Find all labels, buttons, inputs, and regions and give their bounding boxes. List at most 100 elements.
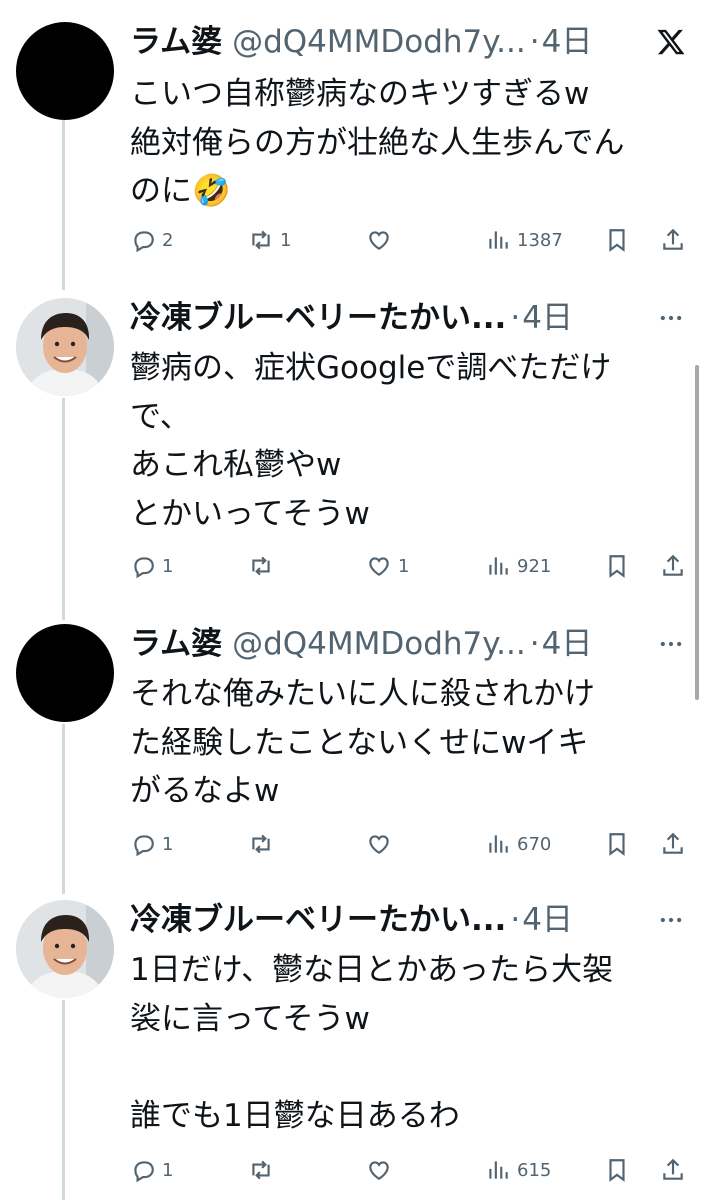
timestamp[interactable]: 4日 <box>542 622 593 666</box>
text-line: 絶対俺らの方が壮絶な人生歩んでん <box>130 124 625 161</box>
share-button[interactable] <box>660 220 686 260</box>
reply-count: 2 <box>162 229 174 251</box>
share-icon <box>663 554 683 576</box>
like-button[interactable] <box>366 824 398 864</box>
like-button[interactable] <box>366 1150 398 1190</box>
reply-button[interactable]: 1 <box>130 546 173 586</box>
timestamp[interactable]: 4日 <box>522 296 573 340</box>
text-line: で、 <box>130 398 191 435</box>
action-bar: 2 1 1387 <box>130 220 690 260</box>
repost-button[interactable]: 1 <box>248 220 291 260</box>
bookmark-icon <box>609 1159 625 1182</box>
text-line: 誰でも1日鬱な日あるわ <box>130 1097 460 1134</box>
tweet-text: それな俺みたいに人に殺されかけ た経験したことないくせにwイキ がるなよw <box>130 670 700 816</box>
x-logo-icon[interactable] <box>651 22 691 62</box>
bookmark-button[interactable] <box>604 824 630 864</box>
reply-icon <box>134 835 154 857</box>
display-name[interactable]: ラム婆 <box>130 20 222 64</box>
bookmark-icon <box>609 555 625 578</box>
avatar[interactable] <box>16 298 114 396</box>
like-count: 1 <box>398 555 410 577</box>
repost-button[interactable] <box>248 824 280 864</box>
views-button[interactable]: 1387 <box>485 220 563 260</box>
reply-count: 1 <box>162 1159 174 1181</box>
heart-icon <box>369 231 389 250</box>
tweet-text: こいつ自称鬱病なのキツすぎるw 絶対俺らの方が壮絶な人生歩んでん のに🤣 <box>130 70 700 216</box>
bookmark-icon <box>609 229 625 252</box>
avatar[interactable] <box>16 624 114 722</box>
user-handle[interactable]: @dQ4MMDodh7y... <box>232 622 526 666</box>
share-icon <box>663 228 683 250</box>
share-icon <box>663 1158 683 1180</box>
tweet-header: ラム婆 @dQ4MMDodh7y... · 4日 <box>130 20 690 64</box>
views-button[interactable]: 921 <box>485 546 551 586</box>
share-button[interactable] <box>660 824 686 864</box>
like-button[interactable]: 1 <box>366 546 409 586</box>
thread-line <box>62 120 65 290</box>
repost-icon <box>252 834 270 854</box>
tweet-header: 冷凍ブルーベリーたかい... · 4日 <box>130 898 690 942</box>
separator-dot: · <box>529 626 540 662</box>
reply-count: 1 <box>162 833 174 855</box>
repost-button[interactable] <box>248 1150 280 1190</box>
thread-line <box>62 398 65 620</box>
thread-line <box>62 1000 65 1200</box>
bookmark-icon <box>609 833 625 856</box>
thread-line <box>62 724 65 894</box>
tweet-text: 鬱病の、症状Googleで調べただけ で、 あこれ私鬱やw とかいってそうw <box>130 344 700 538</box>
separator-dot: · <box>510 902 521 938</box>
views-button[interactable]: 615 <box>485 1150 551 1190</box>
display-name[interactable]: ラム婆 <box>130 622 222 666</box>
views-icon <box>489 835 508 853</box>
like-button[interactable] <box>366 220 398 260</box>
view-count: 670 <box>517 833 552 855</box>
text-line: あこれ私鬱やw <box>130 447 342 483</box>
share-button[interactable] <box>660 546 686 586</box>
text-line: がるなよw <box>130 773 280 809</box>
repost-icon <box>252 556 270 576</box>
more-icon[interactable] <box>651 624 691 664</box>
reply-button[interactable]: 1 <box>130 824 173 864</box>
text-line: とかいってそうw <box>130 495 370 532</box>
text-line: こいつ自称鬱病なのキツすぎるw <box>130 76 590 112</box>
repost-icon <box>252 1160 270 1180</box>
views-button[interactable]: 670 <box>485 824 551 864</box>
reply-button[interactable]: 1 <box>130 1150 173 1190</box>
repost-button[interactable] <box>248 546 280 586</box>
text-line: た経験したことないくせにwイキ <box>130 724 589 761</box>
reply-icon <box>134 1161 154 1183</box>
more-icon[interactable] <box>651 900 691 940</box>
avatar[interactable] <box>16 900 114 998</box>
text-line: のに🤣 <box>130 173 231 209</box>
more-icon[interactable] <box>651 298 691 338</box>
reply-icon <box>134 231 154 253</box>
text-line <box>130 1043 700 1092</box>
tweet-header: 冷凍ブルーベリーたかい... · 4日 <box>130 296 690 340</box>
text-line: 鬱病の、症状Googleで調べただけ <box>130 350 612 386</box>
separator-dot: · <box>529 24 540 60</box>
reply-icon <box>134 557 154 579</box>
timestamp[interactable]: 4日 <box>522 898 573 942</box>
text-line: 1日だけ、鬱な日とかあったら大袈 <box>130 952 614 988</box>
views-icon <box>489 231 508 249</box>
reply-count: 1 <box>162 555 174 577</box>
view-count: 921 <box>517 555 552 577</box>
heart-icon <box>369 557 389 576</box>
bookmark-button[interactable] <box>604 220 630 260</box>
display-name[interactable]: 冷凍ブルーベリーたかい... <box>130 296 506 340</box>
avatar[interactable] <box>16 22 114 120</box>
reply-button[interactable]: 2 <box>130 220 173 260</box>
repost-count: 1 <box>280 229 292 251</box>
action-bar: 1 1 921 <box>130 546 690 586</box>
timestamp[interactable]: 4日 <box>542 20 593 64</box>
tweet-header: ラム婆 @dQ4MMDodh7y... · 4日 <box>130 622 690 666</box>
bookmark-button[interactable] <box>604 1150 630 1190</box>
display-name[interactable]: 冷凍ブルーベリーたかい... <box>130 898 506 942</box>
view-count: 615 <box>517 1159 552 1181</box>
user-handle[interactable]: @dQ4MMDodh7y... <box>232 20 526 64</box>
repost-icon <box>252 230 270 250</box>
person-photo <box>16 900 114 998</box>
bookmark-button[interactable] <box>604 546 630 586</box>
action-bar: 1 670 <box>130 824 690 864</box>
share-button[interactable] <box>660 1150 686 1190</box>
